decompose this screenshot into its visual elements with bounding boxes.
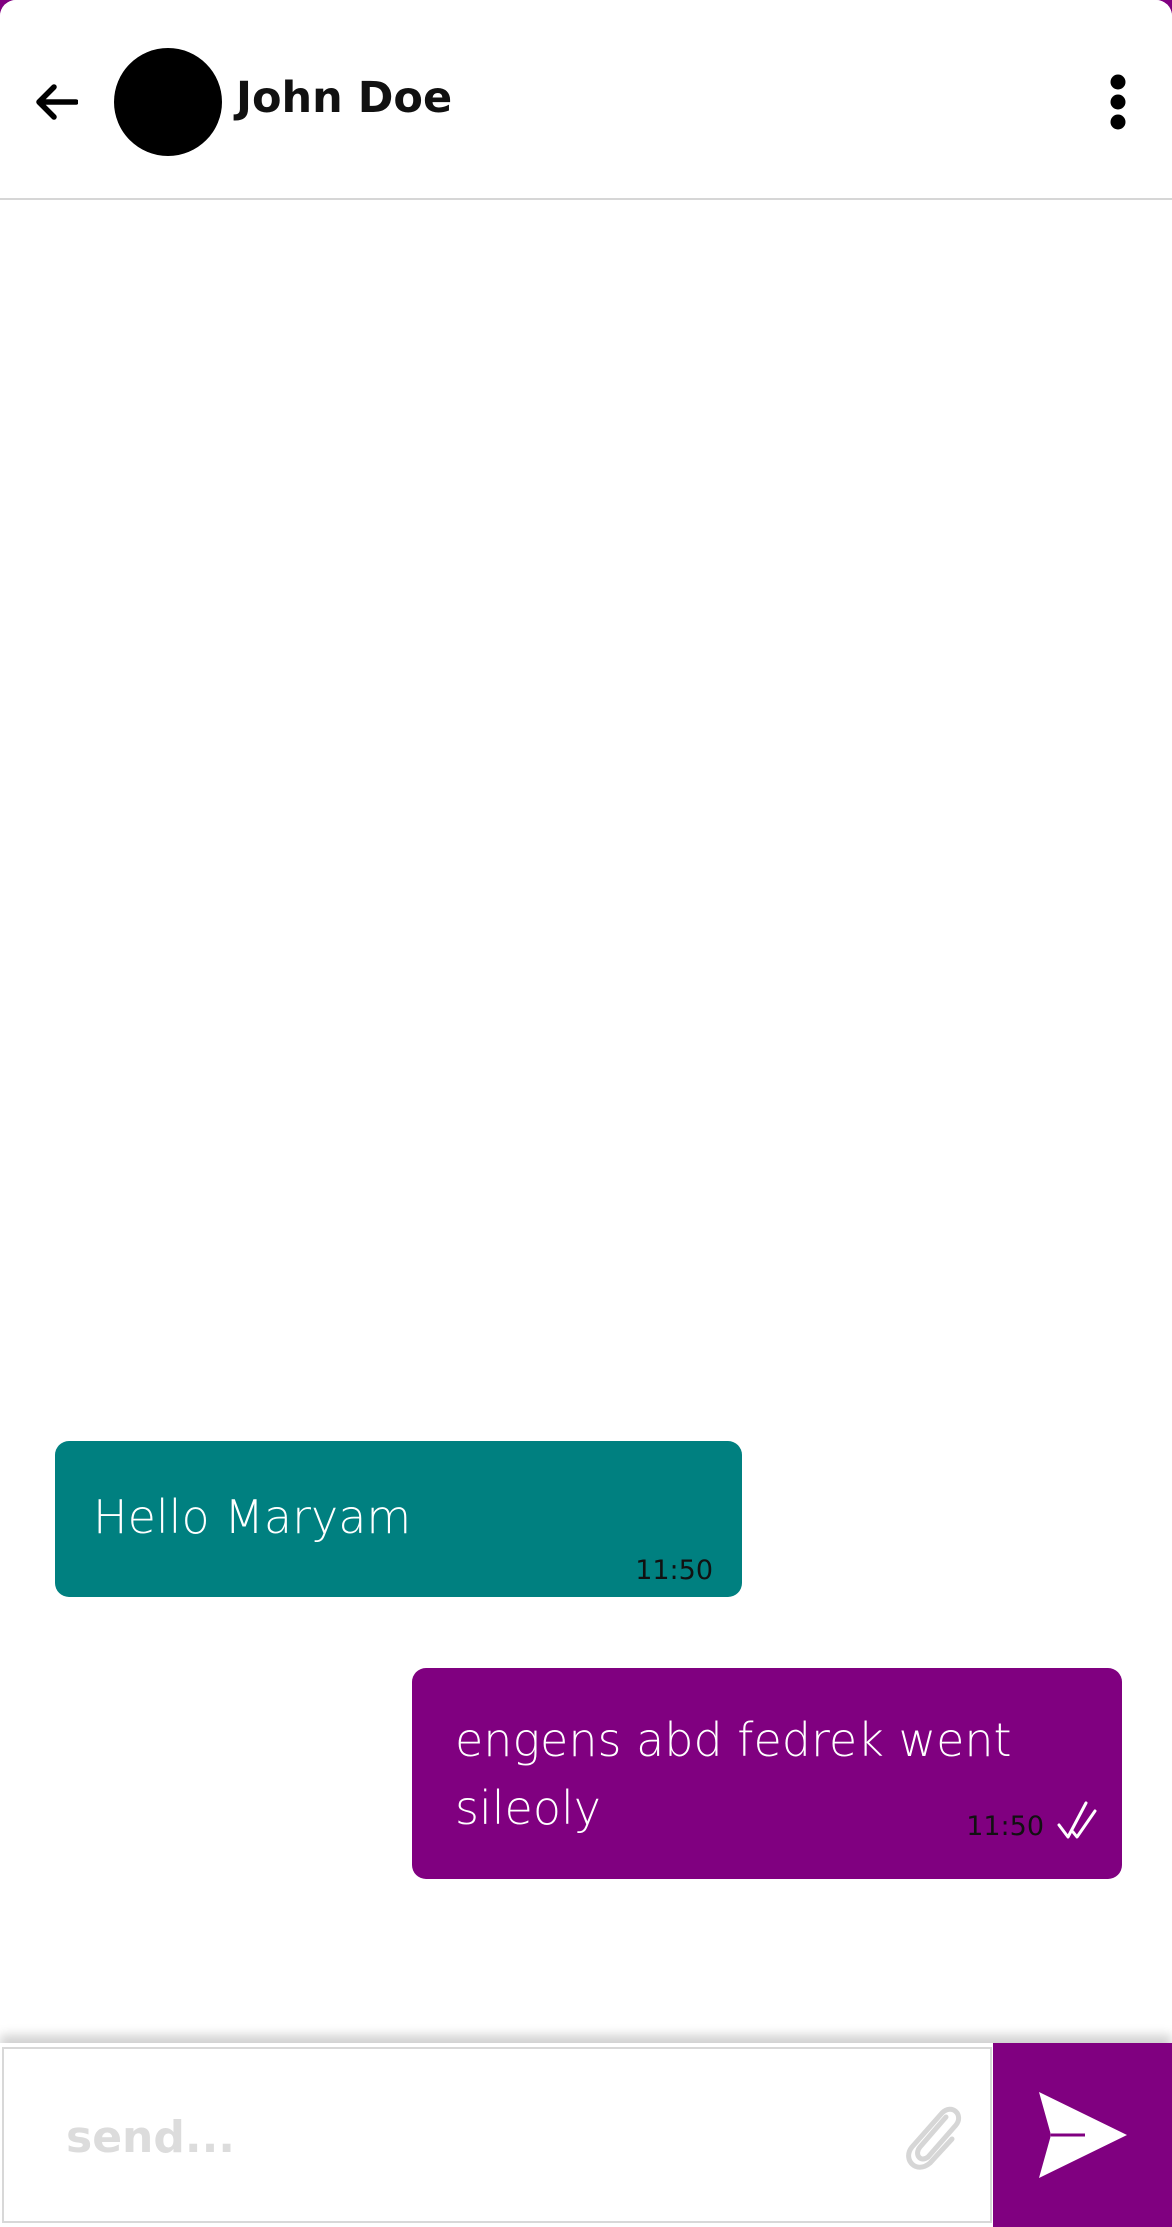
message-composer (0, 2043, 1172, 2227)
message-text: engens abd fedrek went sileoly (455, 1713, 1012, 1835)
avatar[interactable] (114, 48, 222, 156)
arrow-left-icon (36, 84, 78, 120)
paperclip-icon (906, 2106, 962, 2170)
send-arrow-icon (1038, 2092, 1127, 2178)
message-bubble-incoming[interactable]: Hello Maryam 11:50 (55, 1441, 742, 1597)
chat-screen: John Doe Hello Maryam 11:50 engens abd f… (0, 0, 1172, 2227)
message-bubble-outgoing[interactable]: engens abd fedrek went sileoly 11:50 (412, 1668, 1122, 1879)
attach-button[interactable] (896, 2089, 972, 2185)
message-text: Hello Maryam (93, 1490, 412, 1544)
send-button[interactable] (993, 2043, 1172, 2227)
back-button[interactable] (26, 74, 86, 130)
message-input[interactable] (66, 2099, 846, 2175)
composer-field (2, 2047, 992, 2223)
message-time: 11:50 (635, 1555, 713, 1586)
more-options-button[interactable] (1096, 70, 1140, 134)
chat-header: John Doe (0, 0, 1172, 200)
double-check-icon (1057, 1801, 1097, 1839)
message-time: 11:50 (966, 1811, 1044, 1842)
more-vertical-icon (1110, 74, 1126, 130)
contact-name: John Doe (236, 73, 453, 123)
